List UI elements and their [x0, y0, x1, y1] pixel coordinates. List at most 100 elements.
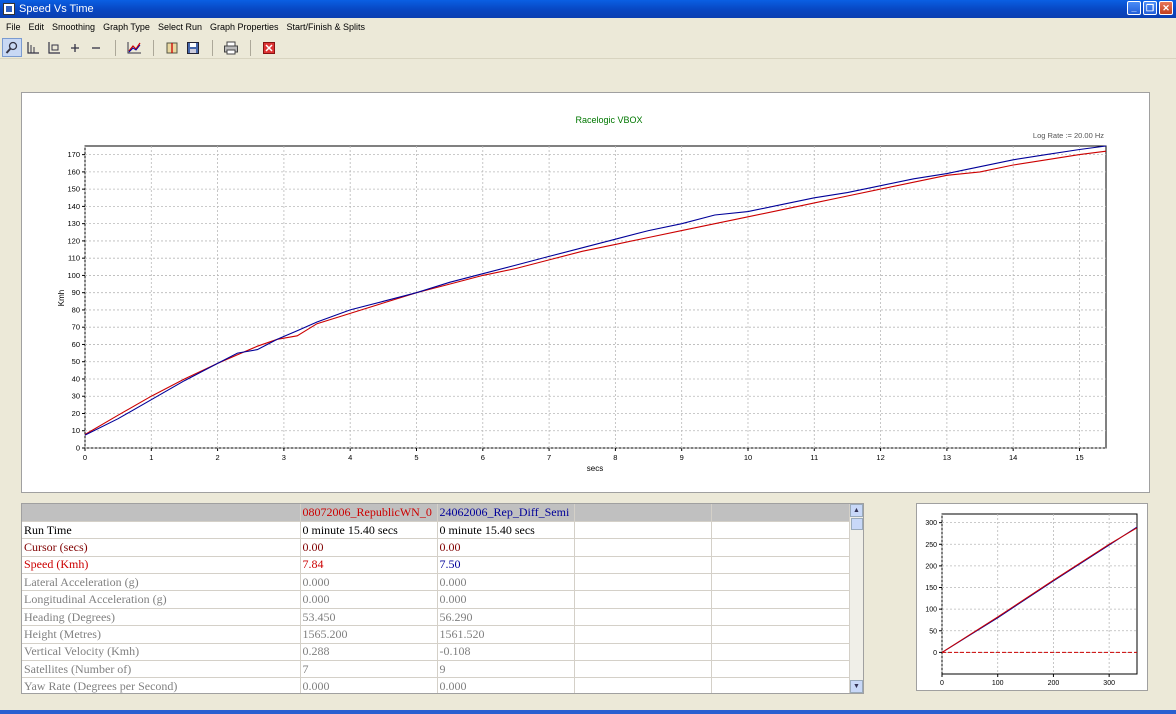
y-tick-label: 0 — [933, 650, 937, 657]
table-row: Height (Metres) 1565.200 1561.520 — [22, 625, 851, 644]
x-tick-label: 6 — [481, 453, 485, 462]
y-tick-label: 120 — [67, 236, 80, 245]
x-axis-label: secs — [587, 464, 603, 473]
y-tick-label: 200 — [925, 563, 937, 570]
row-value-run-1: 7 — [300, 660, 438, 679]
x-tick-label: 7 — [547, 453, 551, 462]
row-value-run-2: 0 minute 15.40 secs — [437, 521, 575, 540]
title-bar: Speed Vs Time _ ❐ ✕ — [0, 0, 1176, 18]
graph-settings-icon[interactable] — [124, 38, 144, 57]
mini-chart[interactable]: 0 100 200 300 0 50 100 150 200 250 300 — [917, 504, 1147, 690]
header-cell-blank — [22, 504, 301, 522]
table-header-row: 08072006_RepublicWN_0 24062006_Rep_Diff_… — [22, 504, 851, 522]
chart-title: Racelogic VBOX — [575, 115, 642, 125]
row-cell-empty — [711, 521, 851, 540]
y-tick-label: 30 — [72, 392, 80, 401]
menu-graph-properties[interactable]: Graph Properties — [206, 22, 283, 32]
y-tick-label: 80 — [72, 305, 80, 314]
save-icon[interactable] — [183, 38, 203, 57]
header-cell-empty — [711, 504, 851, 522]
minimize-icon[interactable]: _ — [1127, 1, 1141, 15]
menu-bar: File Edit Smoothing Graph Type Select Ru… — [0, 18, 1176, 36]
toolbar-separator — [250, 39, 251, 56]
zoom-axis-icon[interactable] — [44, 38, 64, 57]
table-row: Run Time 0 minute 15.40 secs 0 minute 15.4… — [22, 521, 851, 540]
x-tick-label: 11 — [810, 453, 818, 462]
header-run-2[interactable]: 24062006_Rep_Diff_Semi — [437, 504, 575, 522]
row-value-run-2: 9 — [437, 660, 575, 679]
axis-icon[interactable] — [23, 38, 43, 57]
row-label: Height (Metres) — [22, 625, 301, 644]
table-row: Speed (Kmh) 7.84 7.50 — [22, 556, 851, 575]
y-tick-label: 130 — [67, 219, 80, 228]
y-tick-label: 50 — [72, 357, 80, 366]
toolbar-separator — [153, 39, 154, 56]
x-tick-label: 8 — [613, 453, 617, 462]
row-value-run-1: 0 minute 15.40 secs — [300, 521, 438, 540]
row-label: Run Time — [22, 521, 301, 540]
header-run-1[interactable]: 08072006_RepublicWN_0 — [300, 504, 438, 522]
x-tick-label: 1 — [149, 453, 153, 462]
table-row: Heading (Degrees) 53.450 56.290 — [22, 608, 851, 627]
menu-smoothing[interactable]: Smoothing — [48, 22, 99, 32]
split-icon[interactable] — [162, 38, 182, 57]
row-cell-empty — [711, 608, 851, 627]
x-tick-label: 0 — [940, 680, 944, 687]
x-tick-label: 0 — [83, 453, 87, 462]
magnify-icon[interactable] — [2, 38, 22, 57]
x-tick-label: 3 — [282, 453, 286, 462]
y-tick-label: 150 — [925, 585, 937, 592]
scroll-down-icon[interactable]: ▼ — [850, 680, 863, 693]
row-label: Heading (Degrees) — [22, 608, 301, 627]
row-cell-empty — [574, 608, 712, 627]
y-tick-label: 20 — [72, 409, 80, 418]
row-cell-empty — [711, 625, 851, 644]
table-row: Satellites (Number of) 7 9 — [22, 660, 851, 679]
row-value-run-1: 0.000 — [300, 573, 438, 592]
mini-chart-panel[interactable]: 0 100 200 300 0 50 100 150 200 250 300 — [916, 503, 1148, 691]
close-red-icon[interactable] — [259, 38, 279, 57]
row-cell-empty — [711, 590, 851, 609]
x-tick-label: 4 — [348, 453, 352, 462]
row-value-run-2: 1561.520 — [437, 625, 575, 644]
scroll-thumb[interactable] — [851, 518, 863, 530]
row-value-run-2: 7.50 — [437, 556, 575, 575]
row-cell-empty — [711, 556, 851, 575]
y-tick-label: 140 — [67, 202, 80, 211]
scroll-up-icon[interactable]: ▲ — [850, 504, 863, 517]
row-value-run-1: 1565.200 — [300, 625, 438, 644]
row-value-run-2: 0.000 — [437, 573, 575, 592]
row-cell-empty — [711, 643, 851, 662]
window-title: Speed Vs Time — [19, 3, 94, 15]
speed-vs-time-chart[interactable]: Racelogic VBOX Log Rate := 20.00 Hz Kmh … — [22, 93, 1149, 492]
x-tick-label: 300 — [1103, 680, 1115, 687]
crosshair-icon[interactable] — [65, 38, 85, 57]
toolbar-separator — [115, 39, 116, 56]
row-value-run-1: 7.84 — [300, 556, 438, 575]
restore-icon[interactable]: ❐ — [1143, 1, 1157, 15]
y-tick-label: 100 — [925, 607, 937, 614]
row-label: Lateral Acceleration (g) — [22, 573, 301, 592]
toolbar — [0, 37, 1176, 59]
table-scrollbar[interactable]: ▲ ▼ — [849, 504, 863, 693]
menu-file[interactable]: File — [2, 22, 25, 32]
y-tick-label: 10 — [72, 426, 80, 435]
y-tick-label: 0 — [76, 444, 80, 453]
y-tick-label: 160 — [67, 167, 80, 176]
menu-start-finish-splits[interactable]: Start/Finish & Splits — [283, 22, 370, 32]
row-value-run-2: -0.108 — [437, 643, 575, 662]
menu-graph-type[interactable]: Graph Type — [99, 22, 154, 32]
menu-edit[interactable]: Edit — [25, 22, 49, 32]
y-tick-label: 110 — [68, 254, 80, 263]
toolbar-separator — [212, 39, 213, 56]
row-cell-empty — [574, 643, 712, 662]
main-chart-panel[interactable]: Racelogic VBOX Log Rate := 20.00 Hz Kmh … — [21, 92, 1150, 493]
plot-area — [941, 513, 1138, 675]
plot-area — [84, 145, 1107, 449]
row-cell-empty — [574, 538, 712, 557]
print-icon[interactable] — [221, 38, 241, 57]
menu-select-run[interactable]: Select Run — [154, 22, 206, 32]
close-icon[interactable]: ✕ — [1159, 1, 1173, 15]
run-data-table[interactable]: 08072006_RepublicWN_0 24062006_Rep_Diff_… — [21, 503, 864, 694]
minus-icon[interactable] — [86, 38, 106, 57]
